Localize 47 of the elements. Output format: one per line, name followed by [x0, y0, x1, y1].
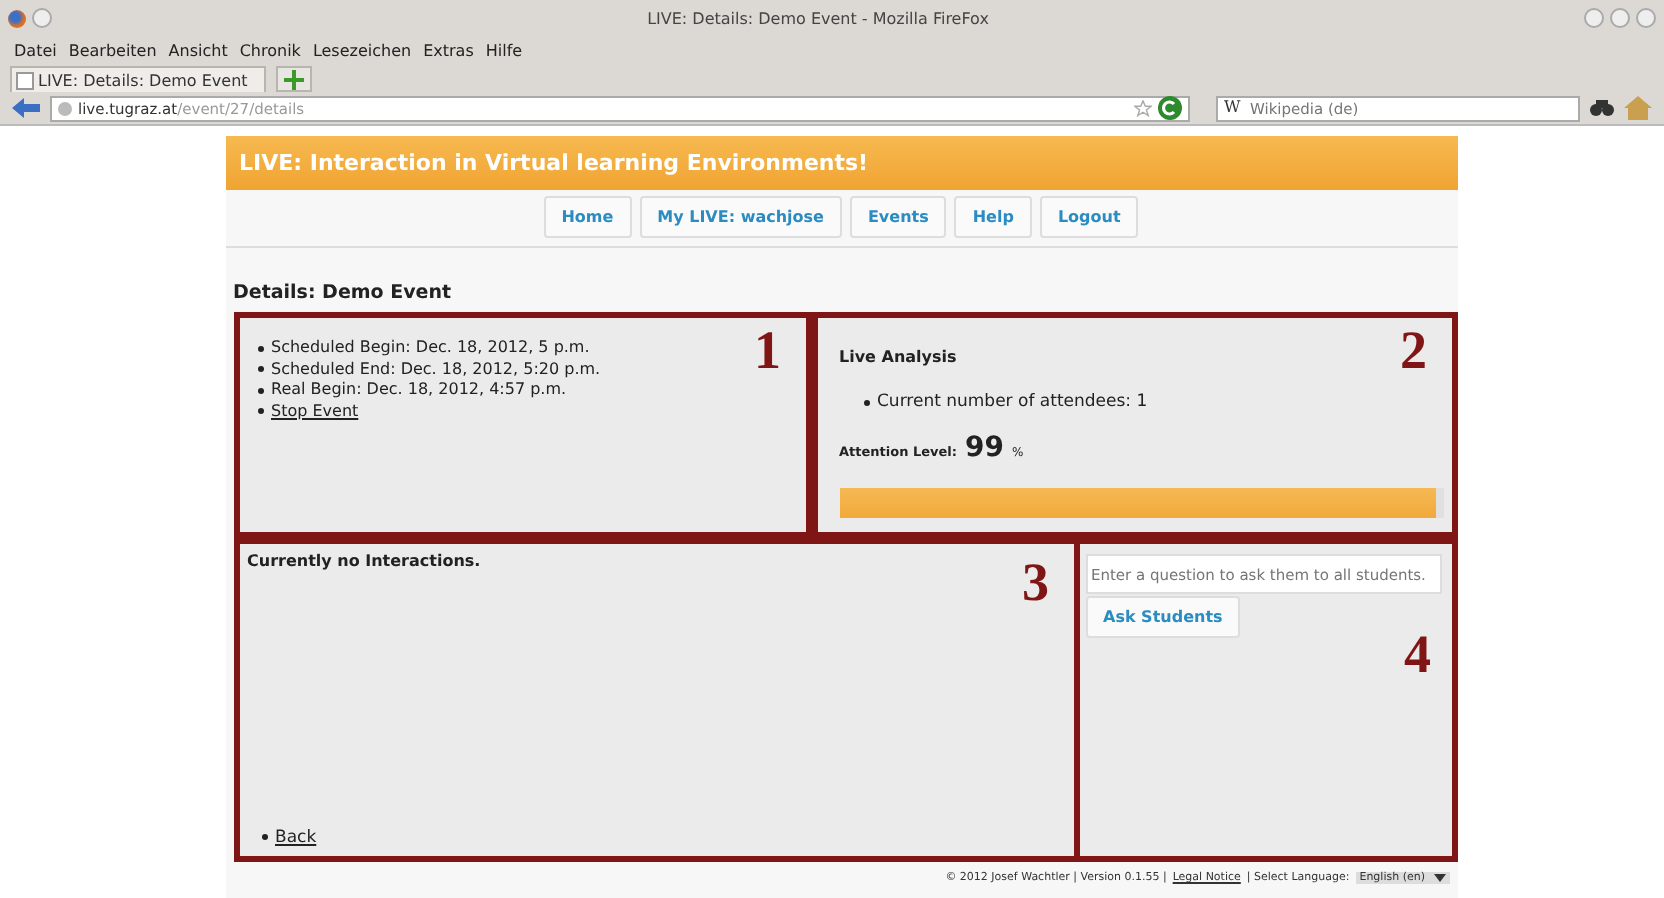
annotation-number: 4: [1404, 628, 1431, 682]
star-icon[interactable]: [1134, 99, 1152, 117]
event-detail: Scheduled Begin: Dec. 18, 2012, 5 p.m.: [271, 338, 590, 359]
status-message: Currently no Interactions.: [247, 552, 483, 570]
ask-students-button[interactable]: Ask Students: [1085, 596, 1241, 638]
nav-button[interactable]: Home: [543, 196, 632, 238]
reload-icon[interactable]: [1158, 96, 1182, 120]
menu-item[interactable]: Hilfe: [485, 41, 523, 59]
menu-item[interactable]: Ansicht: [168, 41, 228, 59]
caret-icon: [1433, 874, 1445, 882]
bullet-icon: [261, 834, 267, 841]
menu-item[interactable]: Datei: [14, 41, 57, 59]
menu-item[interactable]: Lesezeichen: [312, 41, 412, 59]
back-link[interactable]: Back: [275, 827, 317, 848]
menu-item[interactable]: Extras: [423, 41, 474, 59]
page-icon: [16, 71, 34, 89]
bullet-icon: [257, 366, 263, 373]
plus-icon: [284, 69, 304, 89]
nav-button[interactable]: Logout: [1039, 196, 1139, 238]
event-detail: Scheduled End: Dec. 18, 2012, 5:20 p.m.: [271, 359, 601, 380]
attendee-count: Current number of attendees: 1: [877, 392, 1148, 413]
back-arrow-icon[interactable]: [12, 98, 40, 118]
bullet-icon: [863, 399, 869, 406]
page-heading: Details: Demo Event: [231, 280, 454, 308]
event-detail: Real Begin: Dec. 18, 2012, 4:57 p.m.: [271, 380, 567, 401]
bullet-icon: [257, 387, 263, 394]
nav-button[interactable]: Help: [954, 196, 1032, 238]
bullet-icon: [257, 345, 263, 352]
menu-item[interactable]: Bearbeiten: [68, 41, 157, 59]
site-banner: LIVE: Interaction in Virtual learning Environments!: [225, 136, 1457, 190]
nav-button[interactable]: Events: [849, 196, 947, 238]
nav-button[interactable]: My LIVE: wachjose: [639, 196, 842, 238]
binoculars-icon[interactable]: [1590, 98, 1614, 118]
home-icon[interactable]: [1624, 96, 1652, 120]
window-title: LIVE: Details: Demo Event - Mozilla FireFox: [645, 9, 991, 27]
stop-event-link[interactable]: Stop Event: [271, 401, 359, 422]
annotation-number: 3: [1022, 556, 1049, 610]
firefox-icon: [8, 9, 26, 27]
bullet-icon: [257, 408, 263, 415]
new-tab-button[interactable]: [276, 66, 312, 92]
annotation-number: 2: [1400, 324, 1427, 378]
browser-tab[interactable]: LIVE: Details: Demo Event: [10, 66, 266, 92]
annotation-number: 1: [754, 324, 781, 378]
search-engine-icon[interactable]: W: [1224, 97, 1241, 117]
globe-icon: [58, 101, 72, 115]
menu-item[interactable]: Chronik: [239, 41, 301, 59]
attention-value: 99: [965, 431, 1004, 463]
